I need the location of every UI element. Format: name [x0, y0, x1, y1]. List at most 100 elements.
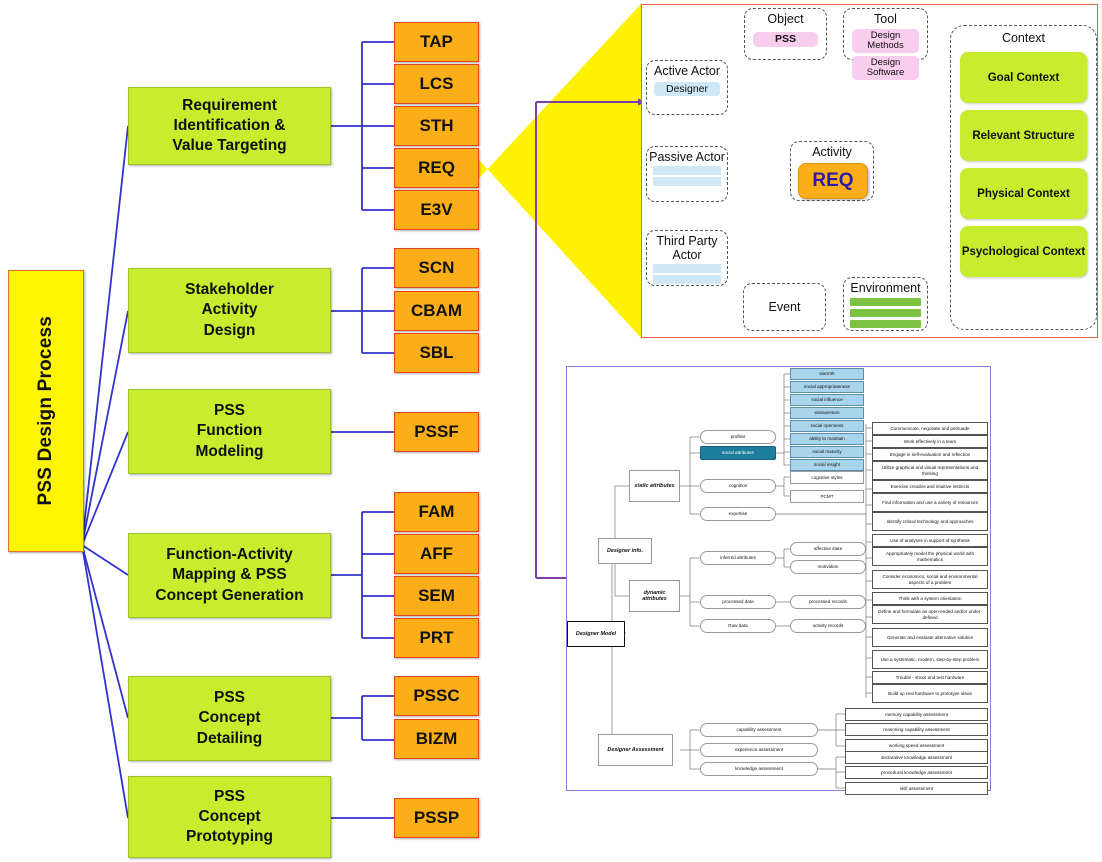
method-node-tap[interactable]: TAP: [394, 22, 479, 62]
active-actor-node[interactable]: Active Actor Designer: [646, 60, 728, 115]
object-item-pss: PSS: [753, 32, 818, 48]
tree-node-cognition[interactable]: cognition: [700, 479, 776, 493]
method-node-pssc[interactable]: PSSC: [394, 676, 479, 716]
tree-node-cognitive-styles[interactable]: cognitive styles: [790, 471, 864, 484]
phase-node-pss-concept-prototyping[interactable]: PSS Concept Prototyping: [128, 776, 331, 858]
method-node-aff[interactable]: AFF: [394, 534, 479, 574]
tree-node-inferred-attributes[interactable]: inferred attributes: [700, 551, 776, 565]
method-node-sth[interactable]: STH: [394, 106, 479, 146]
context-item-relevant-structure[interactable]: Relevant Structure: [960, 110, 1087, 161]
active-actor-item-designer: Designer: [654, 82, 720, 96]
third-party-actor-bar: [653, 275, 721, 284]
tool-item-design-software: Design Software: [852, 55, 919, 80]
environment-bar: [850, 320, 921, 328]
context-node[interactable]: Context Goal Context Relevant Structure …: [950, 25, 1097, 330]
tree-node-expertise-item[interactable]: Work effectively in a team: [872, 435, 988, 448]
method-node-e3v[interactable]: E3V: [394, 190, 479, 230]
tree-node-dynamic-attributes[interactable]: dynamic attributes: [629, 580, 680, 612]
method-node-scn[interactable]: SCN: [394, 248, 479, 288]
tree-node-expertise-item[interactable]: Engage in self-evaluation and reflection: [872, 448, 988, 461]
event-node[interactable]: Event: [743, 283, 826, 331]
tree-node-affective-state[interactable]: affective state: [790, 542, 866, 556]
tree-node-expertise-item[interactable]: Appropriately model the physical world w…: [872, 547, 988, 566]
tree-node-social-item[interactable]: ability to maintain: [790, 433, 864, 445]
phase-node-function-activity-mapping[interactable]: Function-Activity Mapping & PSS Concept …: [128, 533, 331, 618]
method-node-cbam[interactable]: CBAM: [394, 291, 479, 331]
method-node-lcs[interactable]: LCS: [394, 64, 479, 104]
phase-node-stakeholder-activity-design[interactable]: Stakeholder Activity Design: [128, 268, 331, 353]
tree-node-memory-capability-assessment[interactable]: memory capability assessment: [845, 708, 988, 721]
tree-node-expertise-item[interactable]: Generate and evaluate alternative soluti…: [872, 628, 988, 647]
tree-node-expertise-item[interactable]: Think with a system orientation: [872, 592, 988, 605]
environment-title: Environment: [850, 281, 921, 295]
method-node-sem[interactable]: SEM: [394, 576, 479, 616]
tree-node-pcmt[interactable]: PCMT: [790, 490, 864, 503]
tree-node-expertise-item[interactable]: Utilize graphical and visual representat…: [872, 461, 988, 480]
tree-node-skill-assessment[interactable]: skill assessment: [845, 782, 988, 795]
tree-node-expertise-item[interactable]: Consider economics, social and environme…: [872, 570, 988, 589]
method-node-pssp[interactable]: PSSP: [394, 798, 479, 838]
object-node[interactable]: Object PSS: [744, 8, 827, 60]
tree-node-expertise-item[interactable]: Build up real hardware to prototype idea…: [872, 684, 988, 703]
tree-node-social-item[interactable]: social openness: [790, 420, 864, 432]
method-node-req[interactable]: REQ: [394, 148, 479, 188]
root-node[interactable]: PSS Design Process: [8, 270, 84, 552]
activity-value-req[interactable]: REQ: [798, 163, 868, 199]
tree-node-social-item[interactable]: social influence: [790, 394, 864, 406]
phase-line: Concept: [198, 709, 261, 727]
tree-node-knowledge-assessment[interactable]: knowledge assessment: [700, 762, 818, 776]
tree-node-reasoning-capability-assessment[interactable]: reasoning capability assessment: [845, 723, 988, 736]
method-node-prt[interactable]: PRT: [394, 618, 479, 658]
environment-bar: [850, 298, 921, 306]
tree-node-designer-assessment[interactable]: Designer Assessment: [598, 734, 673, 766]
phase-node-pss-concept-detailing[interactable]: PSS Concept Detailing: [128, 676, 331, 761]
tree-node-designer-info[interactable]: Designer info.: [598, 538, 652, 564]
tree-node-expertise-item[interactable]: Exercise creative and intuitive instinct…: [872, 480, 988, 493]
tree-node-raw-data[interactable]: Raw data: [700, 619, 776, 633]
method-node-fam[interactable]: FAM: [394, 492, 479, 532]
tree-node-social-item[interactable]: social appropriateness: [790, 381, 864, 393]
tree-node-expertise-item[interactable]: Trouble - shoot and test hardware: [872, 671, 988, 684]
third-party-actor-title: Third Party Actor: [656, 234, 718, 262]
tree-node-activity-records[interactable]: activity records: [790, 619, 866, 633]
tool-title: Tool: [874, 12, 897, 26]
tree-node-experience-assessment[interactable]: experience assessment: [700, 743, 818, 757]
tree-node-social-item[interactable]: social insight: [790, 459, 864, 471]
tree-node-static-attributes[interactable]: static attributes: [629, 470, 680, 502]
third-party-actor-node[interactable]: Third Party Actor: [646, 230, 728, 286]
event-title: Event: [768, 300, 801, 314]
phase-line: PSS: [213, 689, 245, 707]
root-label: PSS Design Process: [35, 316, 56, 506]
tree-node-expertise-item[interactable]: Use of analyses in support of synthesis: [872, 534, 988, 547]
tree-node-social-item[interactable]: social maturity: [790, 446, 864, 458]
tree-node-expertise-item[interactable]: Use a systematic, modern, step-by-step p…: [872, 650, 988, 669]
tree-node-designer-model[interactable]: Designer Model: [567, 621, 625, 647]
tree-node-expertise-item[interactable]: Communicate, negotiate and persuade: [872, 422, 988, 435]
method-node-bizm[interactable]: BIZM: [394, 719, 479, 759]
tree-node-social-item[interactable]: warmth: [790, 368, 864, 380]
context-item-psychological[interactable]: Psychological Context: [960, 226, 1087, 277]
context-item-physical[interactable]: Physical Context: [960, 168, 1087, 219]
tree-node-profiles[interactable]: profiles: [700, 430, 776, 444]
tree-node-processed-records[interactable]: processed records: [790, 595, 866, 609]
tree-node-capability-assessment[interactable]: capability assessment: [700, 723, 818, 737]
active-actor-title: Active Actor: [654, 64, 720, 78]
tree-node-social-attributes[interactable]: social attributes: [700, 446, 776, 460]
method-node-pssf[interactable]: PSSF: [394, 412, 479, 452]
tree-node-social-item[interactable]: extraversion: [790, 407, 864, 419]
tree-node-expertise[interactable]: expertise: [700, 507, 776, 521]
tree-node-motivation[interactable]: motivation: [790, 560, 866, 574]
tree-node-expertise-item[interactable]: Define and formulate an open-ended and/o…: [872, 605, 988, 624]
tree-node-processed-data[interactable]: processed data: [700, 595, 776, 609]
tree-node-declarative-knowledge-assessment[interactable]: declarative knowledge assessment: [845, 751, 988, 764]
tree-node-expertise-item[interactable]: Identify critical technology and approac…: [872, 512, 988, 531]
phase-node-requirement-identification[interactable]: Requirement Identification & Value Targe…: [128, 87, 331, 165]
phase-node-pss-function-modeling[interactable]: PSS Function Modeling: [128, 389, 331, 474]
environment-node[interactable]: Environment: [843, 277, 928, 331]
passive-actor-node[interactable]: Passive Actor: [646, 146, 728, 202]
method-node-sbl[interactable]: SBL: [394, 333, 479, 373]
tree-node-procedural-knowledge-assessment[interactable]: procedural knowledge assessment: [845, 766, 988, 779]
tool-node[interactable]: Tool Design Methods Design Software: [843, 8, 928, 80]
context-item-goal[interactable]: Goal Context: [960, 52, 1087, 103]
tree-node-expertise-item[interactable]: Find information and use a variety of re…: [872, 493, 988, 512]
